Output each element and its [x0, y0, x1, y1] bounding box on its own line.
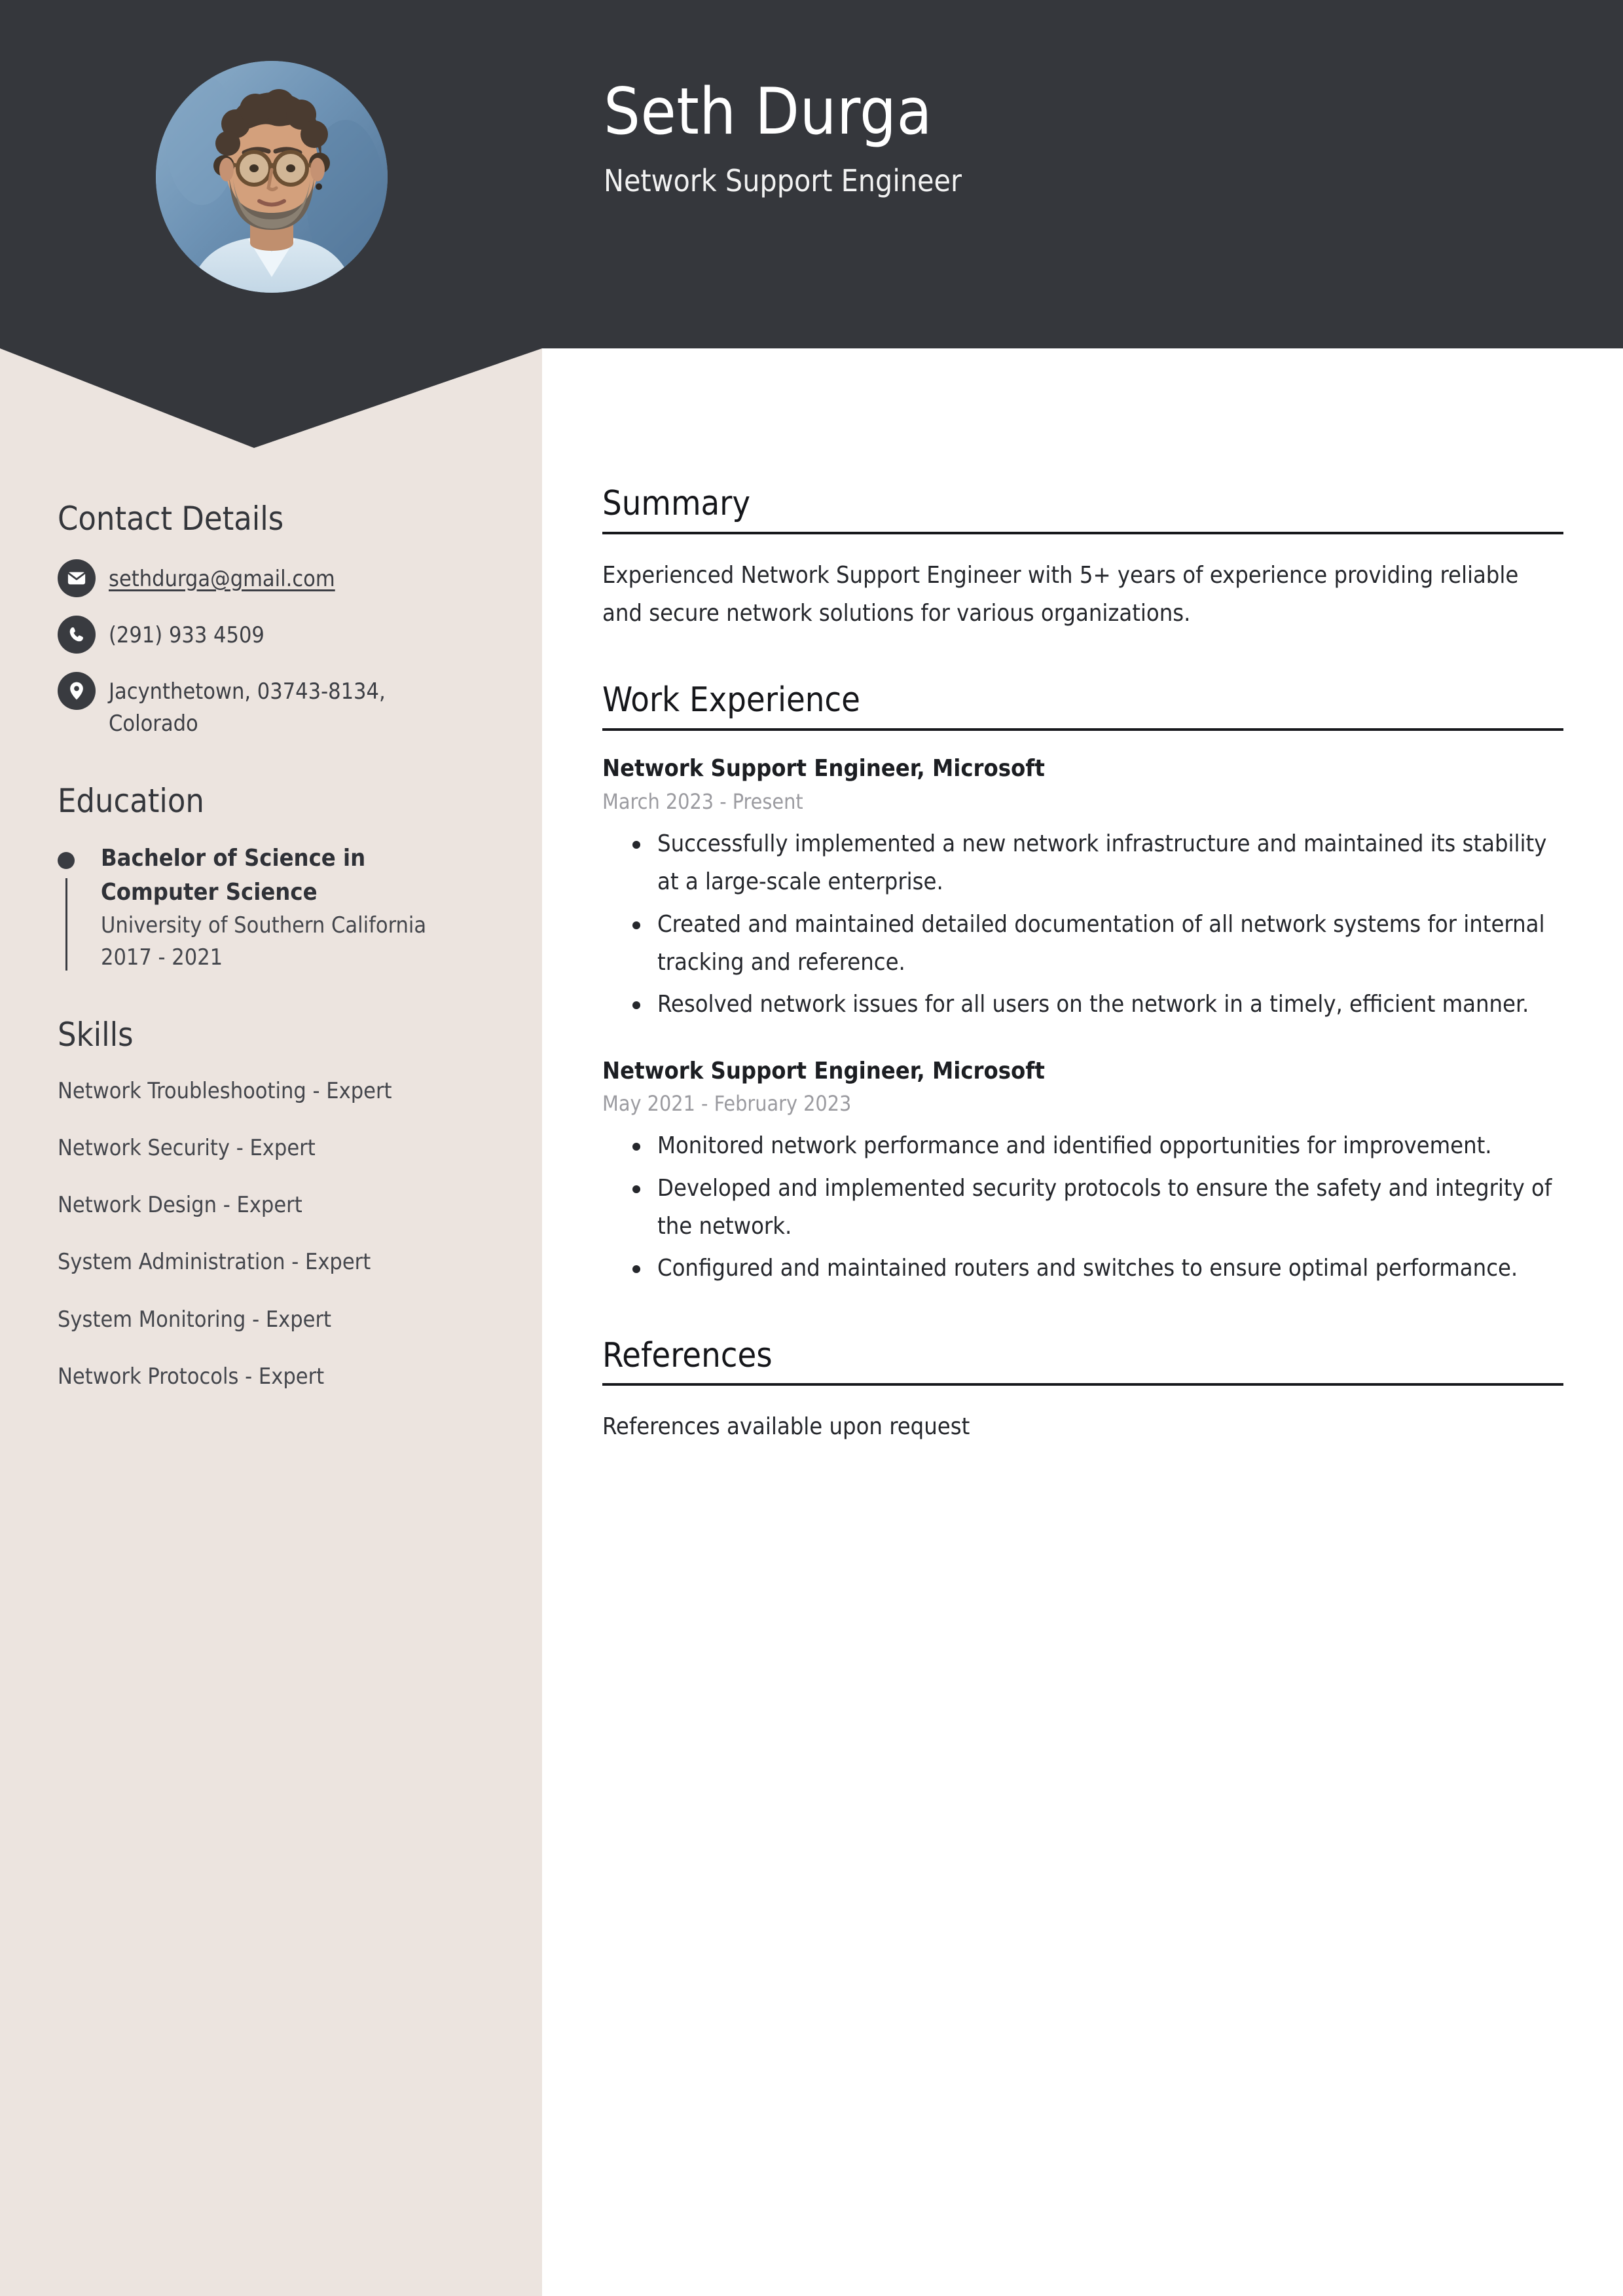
references-text: References available upon request	[602, 1413, 970, 1441]
skill-item: Network Design - Expert	[58, 1192, 302, 1219]
skill-item: System Administration - Expert	[58, 1249, 371, 1276]
contact-details-section: Contact Details sethdurga@gmail.com (291…	[58, 499, 490, 741]
skills-section: Skills Network Troubleshooting - Expert …	[58, 1015, 490, 1394]
section-divider	[602, 1383, 1563, 1386]
sidebar: Contact Details sethdurga@gmail.com (291…	[0, 348, 542, 2296]
skill-item: System Monitoring - Expert	[58, 1306, 332, 1333]
avatar	[156, 61, 388, 293]
references-section: References References available upon req…	[602, 1335, 1563, 1446]
education-degree: Bachelor of Science in Computer Science	[101, 844, 366, 906]
job-bullet: Resolved network issues for all users on…	[632, 986, 1563, 1024]
job-entry: Network Support Engineer, Microsoft Marc…	[602, 753, 1563, 1024]
main-content: Summary Experienced Network Support Engi…	[602, 484, 1563, 1494]
section-divider	[602, 531, 1563, 534]
job-bullet: Monitored network performance and identi…	[632, 1127, 1563, 1165]
job-bullet-list: Successfully implemented a new network i…	[602, 825, 1563, 1024]
education-section: Education Bachelor of Science in Compute…	[58, 781, 490, 974]
skills-heading: Skills	[58, 1015, 134, 1054]
location-pin-icon	[58, 672, 96, 710]
contact-row-phone[interactable]: (291) 933 4509	[58, 616, 490, 654]
skill-item: Network Troubleshooting - Expert	[58, 1077, 392, 1104]
job-entry: Network Support Engineer, Microsoft May …	[602, 1056, 1563, 1288]
contact-phone-value: (291) 933 4509	[109, 622, 264, 648]
contact-address-value: Jacynthetown, 03743-8134, Colorado	[109, 678, 386, 737]
header-job-title: Network Support Engineer	[604, 162, 962, 198]
skill-item: Network Protocols - Expert	[58, 1363, 325, 1390]
summary-text: Experienced Network Support Engineer wit…	[602, 561, 1519, 627]
bullet-dot-icon	[58, 851, 75, 869]
education-school: University of Southern California	[101, 912, 427, 938]
section-divider	[602, 728, 1563, 731]
page-title: Seth Durga	[604, 75, 932, 149]
phone-icon	[58, 616, 96, 654]
timeline-rule	[65, 878, 67, 971]
references-heading: References	[602, 1335, 773, 1375]
job-dates: May 2021 - February 2023	[602, 1091, 852, 1117]
skill-item: Network Security - Expert	[58, 1134, 316, 1161]
header-text-block: Seth Durga Network Support Engineer	[604, 79, 962, 197]
contact-email-value[interactable]: sethdurga@gmail.com	[109, 559, 335, 595]
job-role: Network Support Engineer, Microsoft	[602, 1057, 1045, 1084]
work-experience-section: Work Experience Network Support Engineer…	[602, 681, 1563, 1287]
job-bullet: Created and maintained detailed document…	[632, 906, 1563, 982]
work-experience-heading: Work Experience	[602, 680, 860, 720]
contact-row-email[interactable]: sethdurga@gmail.com	[58, 559, 490, 597]
summary-section: Summary Experienced Network Support Engi…	[602, 484, 1563, 633]
job-role: Network Support Engineer, Microsoft	[602, 755, 1045, 783]
job-bullet: Successfully implemented a new network i…	[632, 825, 1563, 902]
job-bullet-list: Monitored network performance and identi…	[602, 1127, 1563, 1287]
summary-heading: Summary	[602, 484, 751, 523]
education-years: 2017 - 2021	[101, 944, 223, 971]
education-item: Bachelor of Science in Computer Science …	[58, 842, 490, 974]
contact-details-heading: Contact Details	[58, 500, 284, 538]
job-bullet: Developed and implemented security proto…	[632, 1170, 1563, 1246]
job-bullet: Configured and maintained routers and sw…	[632, 1250, 1563, 1287]
education-heading: Education	[58, 781, 204, 820]
contact-row-address: Jacynthetown, 03743-8134, Colorado	[58, 672, 490, 741]
envelope-icon	[58, 559, 96, 597]
job-dates: March 2023 - Present	[602, 788, 803, 814]
